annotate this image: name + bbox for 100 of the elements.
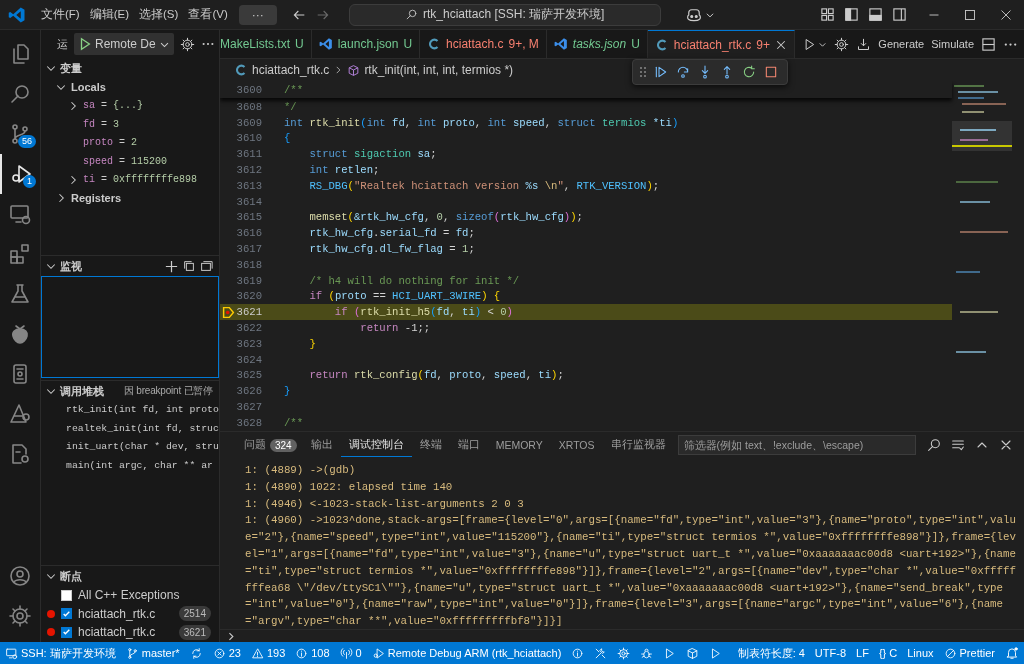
- line-number: 3623: [236, 337, 262, 350]
- panel-tab[interactable]: XRTOS: [550, 435, 603, 455]
- settings-icon[interactable]: [834, 36, 850, 52]
- panel-tab[interactable]: 端口: [449, 434, 488, 456]
- json-file-icon: [318, 37, 333, 51]
- launch-config-dropdown[interactable]: Remote De: [95, 37, 156, 51]
- filter-field[interactable]: 筛选器(例如 text、!exclude、\escape): [677, 435, 916, 455]
- toolbar-button[interactable]: Simulate: [931, 38, 974, 50]
- status-item[interactable]: 制表符长度: 4: [732, 645, 810, 661]
- editor-tab[interactable]: hciattach.c 9+, M: [420, 30, 547, 58]
- panel-tab[interactable]: 终端: [411, 434, 450, 456]
- breakpoint-label[interactable]: hciattach_rtk.c: [78, 606, 156, 621]
- toggle-panel-icon[interactable]: [868, 7, 883, 22]
- stack-frame[interactable]: rtk_init(int fd, int proto: [41, 401, 219, 420]
- app-logo-icon: [8, 5, 26, 24]
- variable-item[interactable]: ti = 0xffffffffe898: [83, 174, 198, 186]
- console-line: 1: (4890) 1022: elapsed time 140: [245, 479, 454, 495]
- search-icon[interactable]: [925, 437, 942, 453]
- continue-icon[interactable]: [653, 64, 669, 80]
- variable-item[interactable]: speed = 115200: [83, 155, 168, 167]
- command-center[interactable]: rtk_hciattach [SSH: 瑞萨开发环境]: [348, 3, 661, 26]
- restart-icon[interactable]: [741, 64, 757, 80]
- collapse-all-icon[interactable]: [199, 259, 213, 273]
- bell-icon[interactable]: [1005, 646, 1019, 660]
- code-line: if (rtk_init_h5(fd, ti) < 0): [333, 306, 513, 319]
- editor-tab[interactable]: MakeLists.txt U: [220, 30, 312, 58]
- paused-breakpoint-icon[interactable]: [221, 305, 235, 319]
- line-number: 3620: [236, 290, 262, 303]
- menu-item[interactable]: 查看(V): [183, 7, 233, 22]
- variable-item[interactable]: fd = 3: [83, 118, 120, 130]
- status-item[interactable]: UTF-8: [809, 647, 852, 659]
- section-title[interactable]: 监视: [60, 258, 82, 274]
- download-icon[interactable]: [856, 36, 872, 52]
- status-item[interactable]: 0: [334, 646, 367, 660]
- settings-icon[interactable]: [179, 36, 195, 52]
- step-over-icon[interactable]: [675, 64, 691, 80]
- status-item[interactable]: {} C: [873, 647, 903, 659]
- status-item[interactable]: 193: [245, 646, 291, 660]
- status-item[interactable]: Linux: [902, 647, 939, 659]
- breadcrumb-item[interactable]: rtk_init(int, int, int, termios *): [364, 63, 514, 77]
- line-number: 3618: [236, 258, 262, 271]
- split-editor-icon[interactable]: [981, 36, 996, 52]
- breakpoint-label[interactable]: All C++ Exceptions: [78, 588, 180, 603]
- checkbox[interactable]: [61, 608, 72, 620]
- collapse-icon[interactable]: [182, 259, 196, 273]
- checkbox[interactable]: [61, 589, 72, 601]
- status-item[interactable]: LF: [851, 647, 874, 659]
- section-title[interactable]: 调用堆栈: [60, 383, 104, 399]
- variable-item[interactable]: proto = 2: [83, 137, 138, 149]
- panel-tab[interactable]: MEMORY: [487, 435, 551, 455]
- stop-icon[interactable]: [763, 64, 779, 80]
- panel-tab[interactable]: 调试控制台: [340, 433, 412, 457]
- more-menu-button[interactable]: ···: [238, 4, 277, 25]
- status-item[interactable]: Prettier: [938, 646, 1000, 660]
- menu-item[interactable]: 选择(S): [134, 7, 184, 22]
- panel-tab[interactable]: 串行监视器: [602, 434, 674, 456]
- close-icon[interactable]: [774, 38, 787, 51]
- panel-tab[interactable]: 输出: [302, 434, 341, 456]
- status-item[interactable]: SSH: 瑞萨开发环境: [0, 645, 121, 661]
- line-number: 3617: [236, 243, 262, 256]
- scope-label[interactable]: Registers: [71, 192, 122, 205]
- editor-tab[interactable]: hciattach_rtk.c 9+: [647, 30, 795, 58]
- filter-list-icon[interactable]: [949, 437, 966, 453]
- editor-tab[interactable]: launch.json U: [311, 30, 421, 58]
- layout-icon[interactable]: [820, 7, 835, 22]
- code-line: memset(&rtk_hw_cfg, 0, sizeof(rtk_hw_cfg));: [308, 211, 583, 224]
- toggle-sidebar-icon[interactable]: [844, 7, 859, 22]
- account-icon: [8, 564, 32, 588]
- status-item[interactable]: 23: [207, 646, 246, 660]
- status-item[interactable]: master*: [120, 646, 185, 660]
- status-item[interactable]: 108: [290, 646, 335, 660]
- stack-frame[interactable]: init_uart(char * dev, stru: [41, 438, 219, 457]
- menu-item[interactable]: 编辑(E): [84, 7, 135, 22]
- breakpoint-label[interactable]: hciattach_rtk.c: [78, 625, 156, 640]
- error-icon: [212, 646, 226, 660]
- add-icon[interactable]: [164, 258, 179, 274]
- watch-list[interactable]: [41, 276, 219, 378]
- menu-item[interactable]: 文件(F): [36, 7, 85, 22]
- editor-tab[interactable]: tasks.json U: [546, 30, 648, 58]
- checkbox[interactable]: [61, 626, 72, 638]
- breadcrumb-item[interactable]: hciattach_rtk.c: [252, 63, 330, 77]
- gripper-icon[interactable]: [639, 65, 647, 79]
- section-title[interactable]: 断点: [60, 568, 82, 584]
- status-item[interactable]: Remote Debug ARM (rtk_hciattach): [366, 646, 567, 660]
- toolbar-button[interactable]: Generate: [878, 38, 925, 50]
- stack-frame[interactable]: realtek_init(int fd, struc: [41, 419, 219, 438]
- chevron-right-icon[interactable]: [226, 630, 237, 642]
- breakpoint-dot: [47, 609, 55, 618]
- pause-status: 因 breakpoint 已暂停: [123, 384, 213, 398]
- extensions-icon: [8, 242, 32, 266]
- scope-label[interactable]: Locals: [71, 81, 106, 94]
- start-debugging-icon[interactable]: [78, 37, 92, 51]
- activity-item[interactable]: 56: [0, 114, 40, 154]
- variable-item[interactable]: sa = {...}: [83, 100, 144, 112]
- line-number: 3626: [236, 385, 262, 398]
- code-line: int rtk_init(int fd, int proto, int speed, struct termios *ti): [283, 116, 679, 129]
- toggle-secondary-sidebar-icon[interactable]: [892, 7, 907, 22]
- stack-frame[interactable]: main(int argc, char ** ar: [41, 456, 219, 475]
- section-title[interactable]: 变量: [60, 60, 82, 76]
- antenna-icon: [339, 646, 353, 660]
